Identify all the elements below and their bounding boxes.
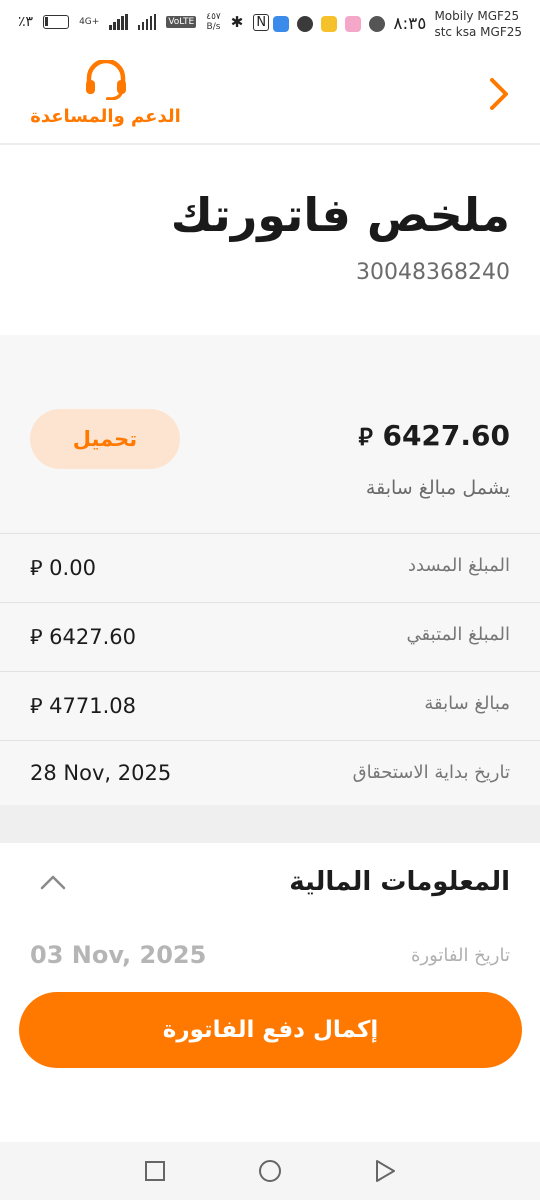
row-label: المبلغ المتبقي xyxy=(406,624,510,645)
recents-icon[interactable] xyxy=(142,1158,168,1184)
status-right: ٨:٣٥ Mobily MGF25 stc ksa MGF25 xyxy=(273,8,522,40)
net-speed: ٤٥٧ B/s xyxy=(206,12,221,32)
row-value: ⃁ 0.00 xyxy=(30,556,96,580)
volte-badge: VoLTE xyxy=(166,16,197,28)
summary-row: تاريخ بداية الاستحقاق 28 Nov, 2025 xyxy=(0,740,540,809)
invoice-date-value: 03 Nov, 2025 xyxy=(30,941,207,969)
carrier-info: Mobily MGF25 stc ksa MGF25 xyxy=(434,9,522,39)
nfc-icon: N xyxy=(253,13,270,31)
complete-payment-button[interactable]: إكمال دفع الفاتورة xyxy=(19,992,522,1068)
notes-app-icon xyxy=(321,16,338,32)
support-label: الدعم والمساعدة xyxy=(30,106,181,127)
headset-icon xyxy=(85,58,126,101)
section-divider xyxy=(0,805,540,843)
account-number: 30048368240 xyxy=(356,260,510,285)
app-header: الدعم والمساعدة xyxy=(0,50,540,145)
game-app-icon xyxy=(345,16,362,32)
financial-info-title[interactable]: المعلومات المالية xyxy=(289,867,510,897)
app-notification-icon xyxy=(273,16,290,32)
row-value: ⃁ 4771.08 xyxy=(30,694,137,718)
summary-row: مبالغ سابقة ⃁ 4771.08 xyxy=(0,671,540,740)
row-label: المبلغ المسدد xyxy=(408,555,510,576)
includes-previous-note: يشمل مبالغ سابقة xyxy=(365,477,510,499)
signal-icon-2 xyxy=(137,14,157,30)
currency-icon: ⃁ xyxy=(30,556,43,580)
page-title: ملخص فاتورتك xyxy=(170,188,510,242)
row-label: تاريخ بداية الاستحقاق xyxy=(352,762,510,783)
summary-row: المبلغ المسدد ⃁ 0.00 xyxy=(0,533,540,602)
status-left: ٪٣ 4G+ VoLTE ٤٥٧ B/s ✱ N xyxy=(18,12,270,32)
bill-summary: ⃁ 6427.60 يشمل مبالغ سابقة تحميل المبلغ … xyxy=(0,335,540,805)
bluetooth-icon: ✱ xyxy=(230,13,244,31)
chat-icon xyxy=(369,16,386,32)
summary-rows: المبلغ المسدد ⃁ 0.00 المبلغ المتبقي ⃁ 64… xyxy=(0,533,540,809)
row-value: 28 Nov, 2025 xyxy=(30,761,172,785)
currency-icon: ⃁ xyxy=(358,423,373,451)
signal-icon xyxy=(109,14,128,30)
facebook-icon xyxy=(297,16,314,32)
battery-icon xyxy=(43,15,70,29)
network-type: 4G+ xyxy=(79,17,100,27)
clock: ٨:٣٥ xyxy=(393,14,427,34)
battery-percent: ٪٣ xyxy=(18,14,34,30)
back-nav-icon[interactable] xyxy=(372,1158,398,1184)
row-label: مبالغ سابقة xyxy=(424,693,510,714)
currency-icon: ⃁ xyxy=(30,625,43,649)
system-nav-bar xyxy=(0,1142,540,1200)
total-amount: ⃁ 6427.60 xyxy=(358,419,510,452)
home-icon[interactable] xyxy=(257,1158,283,1184)
summary-row: المبلغ المتبقي ⃁ 6427.60 xyxy=(0,602,540,671)
chevron-up-icon[interactable] xyxy=(38,871,68,893)
support-button[interactable]: الدعم والمساعدة xyxy=(28,58,183,127)
row-value: ⃁ 6427.60 xyxy=(30,625,137,649)
currency-icon: ⃁ xyxy=(30,694,43,718)
download-button[interactable]: تحميل xyxy=(30,409,180,469)
status-bar: ٪٣ 4G+ VoLTE ٤٥٧ B/s ✱ N ٨:٣٥ Mobily MGF2… xyxy=(0,0,540,50)
invoice-date-label: تاريخ الفاتورة xyxy=(410,945,510,966)
chevron-right-icon[interactable] xyxy=(484,74,514,114)
